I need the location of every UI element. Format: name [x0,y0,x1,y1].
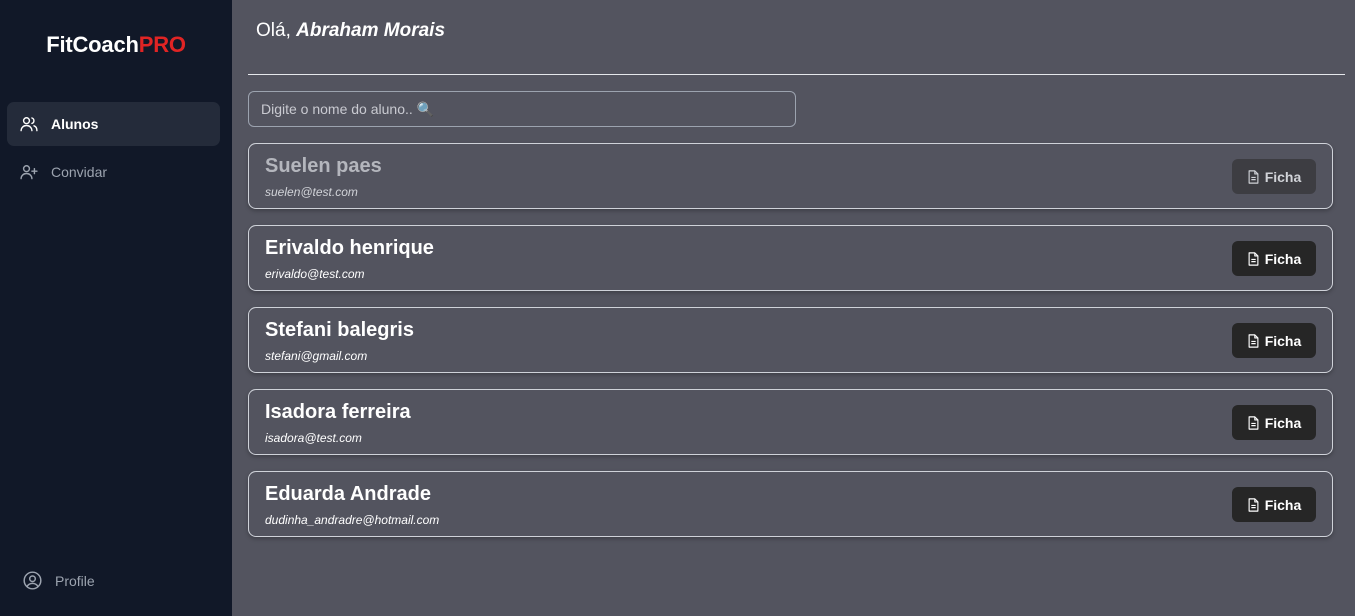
sidebar-nav: Alunos Convidar [0,102,232,194]
sidebar-item-label: Convidar [51,164,108,180]
user-plus-icon [20,165,38,180]
student-email: isadora@test.com [265,431,362,445]
document-icon [1248,251,1259,266]
document-icon [1248,169,1259,184]
sidebar-item-alunos[interactable]: Alunos [7,102,220,146]
user-circle-icon [23,571,42,590]
ficha-label: Ficha [1264,332,1302,349]
app-root: FitCoachPRO Alunos Convidar Profile Olá,… [0,0,1355,616]
document-icon [1248,497,1259,512]
student-email: dudinha_andradre@hotmail.com [265,513,440,527]
brand-accent: PRO [138,32,186,57]
ficha-button[interactable]: Ficha [1232,405,1316,440]
sidebar-item-label: Alunos [51,116,99,132]
ficha-button[interactable]: Ficha [1232,159,1316,194]
student-name: Suelen paes [265,155,382,177]
ficha-label: Ficha [1264,414,1302,431]
brand-main: FitCoach [46,32,139,57]
page-greeting: Olá, Abraham Morais [256,20,445,42]
student-card: Stefani balegris stefani@gmail.com Ficha [248,307,1333,373]
sidebar: FitCoachPRO Alunos Convidar Profile [0,0,232,616]
users-icon [20,117,38,132]
sidebar-item-convidar[interactable]: Convidar [7,150,220,194]
student-name: Eduarda Andrade [265,483,431,505]
ficha-label: Ficha [1264,168,1302,185]
document-icon [1248,333,1259,348]
search-input[interactable] [248,91,796,127]
greeting-text: Olá, [256,20,291,41]
student-email: suelen@test.com [265,185,358,199]
student-card: Isadora ferreira isadora@test.com Ficha [248,389,1333,455]
student-card: Erivaldo henrique erivaldo@test.com Fich… [248,225,1333,291]
ficha-label: Ficha [1264,496,1302,513]
student-email: stefani@gmail.com [265,349,368,363]
student-name: Stefani balegris [265,319,414,341]
profile-label: Profile [55,572,95,589]
ficha-button[interactable]: Ficha [1232,487,1316,522]
student-name: Isadora ferreira [265,401,411,423]
document-icon [1248,415,1259,430]
student-email: erivaldo@test.com [265,267,365,281]
student-list: Suelen paes suelen@test.com Ficha Erival… [248,143,1333,553]
ficha-label: Ficha [1264,250,1302,267]
ficha-button[interactable]: Ficha [1232,323,1316,358]
header-divider [248,74,1345,75]
main-content: Olá, Abraham Morais Suelen paes suelen@t… [232,0,1355,616]
student-card: Eduarda Andrade dudinha_andradre@hotmail… [248,471,1333,537]
student-name: Erivaldo henrique [265,237,434,259]
brand-logo: FitCoachPRO [0,32,232,60]
profile-link[interactable]: Profile [22,570,95,591]
student-card: Suelen paes suelen@test.com Ficha [248,143,1333,209]
ficha-button[interactable]: Ficha [1232,241,1316,276]
user-name: Abraham Morais [296,20,446,41]
